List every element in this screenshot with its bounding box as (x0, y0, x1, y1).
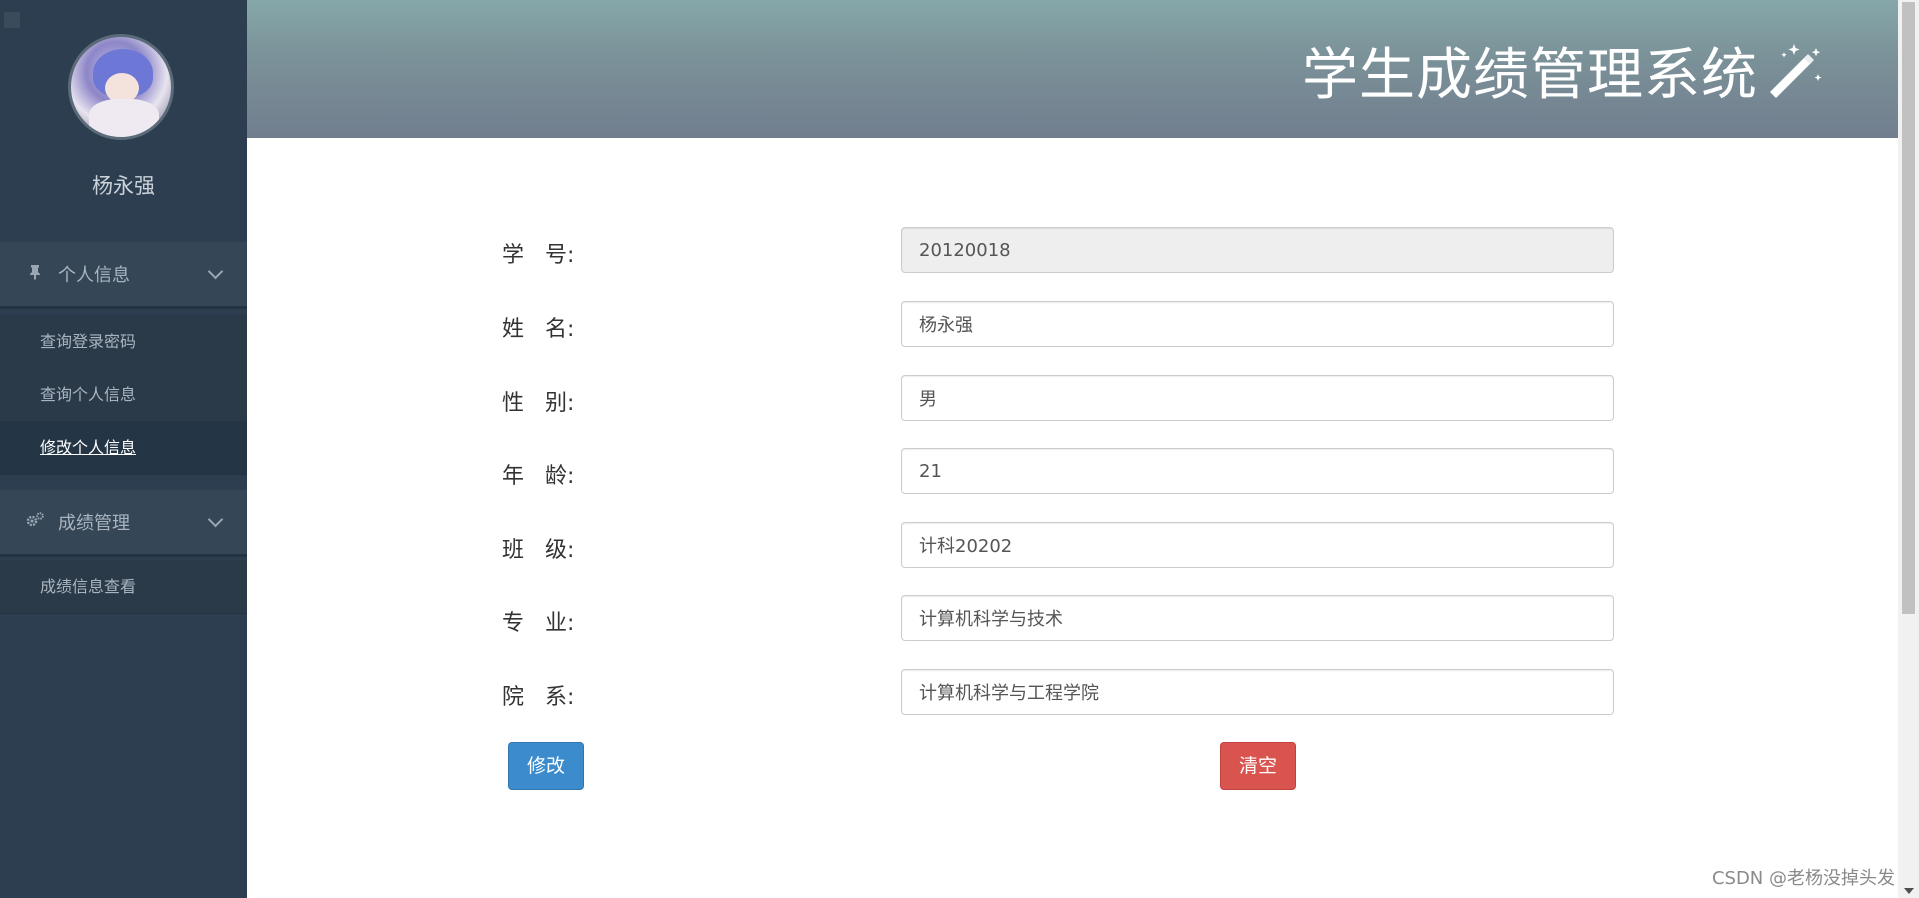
scrollbar-thumb[interactable] (1902, 2, 1915, 614)
magic-wand-icon (1770, 44, 1822, 98)
sidebar-item-edit-info[interactable]: 修改个人信息 (0, 421, 247, 474)
student-id-field[interactable] (901, 227, 1614, 273)
gender-field[interactable] (901, 375, 1614, 421)
username: 杨永强 (92, 174, 155, 198)
menu-group-label: 成绩管理 (58, 513, 130, 534)
submenu-personal-info: 查询登录密码 查询个人信息 修改个人信息 (0, 315, 247, 475)
sidebar-item-query-password[interactable]: 查询登录密码 (0, 315, 247, 368)
form-row-gender: 性 别: (502, 375, 1614, 423)
sidebar-item-view-scores[interactable]: 成绩信息查看 (0, 560, 247, 613)
form-row-student-id: 学 号: (502, 227, 1614, 275)
major-field[interactable] (901, 595, 1614, 641)
form-row-name: 姓 名: (502, 301, 1614, 349)
form-row-major: 专 业: (502, 595, 1614, 643)
corner-mark (4, 12, 20, 28)
chevron-down-icon (207, 263, 224, 280)
chevron-down-icon (207, 511, 224, 528)
field-label: 年 龄: (502, 464, 575, 489)
pin-icon (24, 264, 46, 284)
class-field[interactable] (901, 522, 1614, 568)
field-label: 姓 名: (502, 317, 575, 342)
field-label: 班 级: (502, 538, 575, 563)
scrollbar[interactable] (1898, 0, 1919, 898)
field-label: 院 系: (502, 685, 575, 710)
menu-group-label: 个人信息 (58, 265, 130, 286)
avatar (68, 34, 174, 140)
header-banner: 学生成绩管理系统 (247, 0, 1898, 138)
form-row-class: 班 级: (502, 522, 1614, 570)
submit-button[interactable]: 修改 (508, 742, 584, 790)
scroll-down-arrow-icon[interactable] (1904, 888, 1914, 894)
page-title: 学生成绩管理系统 (1302, 43, 1758, 108)
field-label: 学 号: (502, 243, 575, 268)
menu-group-score-management[interactable]: 成绩管理 (0, 490, 247, 557)
clear-button[interactable]: 清空 (1220, 742, 1296, 790)
form-row-age: 年 龄: (502, 448, 1614, 496)
field-label: 专 业: (502, 611, 575, 636)
sidebar-item-query-info[interactable]: 查询个人信息 (0, 368, 247, 421)
department-field[interactable] (901, 669, 1614, 715)
menu-group-personal-info[interactable]: 个人信息 (0, 242, 247, 309)
age-field[interactable] (901, 448, 1614, 494)
submenu-score-management: 成绩信息查看 (0, 560, 247, 614)
form-row-department: 院 系: (502, 669, 1614, 717)
field-label: 性 别: (502, 391, 575, 416)
name-field[interactable] (901, 301, 1614, 347)
sidebar: 杨永强 个人信息 查询登录密码 查询个人信息 修改个人信息 成绩管理 成绩信息查… (0, 0, 247, 898)
gears-icon (24, 512, 46, 532)
watermark: CSDN @老杨没掉头发 (1711, 868, 1895, 889)
